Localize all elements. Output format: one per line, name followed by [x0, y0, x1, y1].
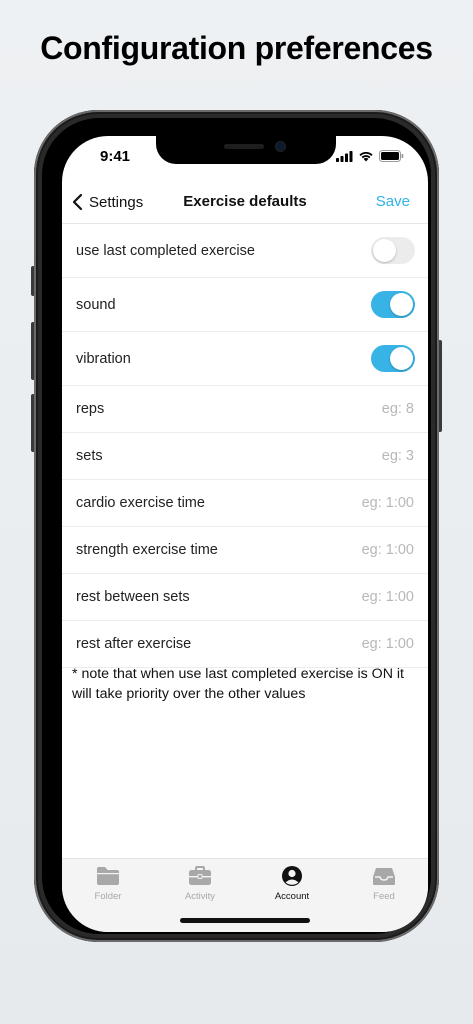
- field-label: strength exercise time: [76, 542, 218, 558]
- tab-feed[interactable]: Feed: [338, 865, 428, 902]
- battery-icon: [379, 150, 404, 162]
- field-placeholder: eg: 8: [381, 401, 414, 417]
- wifi-icon: [359, 151, 373, 162]
- toggle-knob: [373, 239, 396, 262]
- setting-label: use last completed exercise: [76, 242, 255, 259]
- cardio-exercise-time-field[interactable]: cardio exercise time eg: 1:00: [62, 480, 428, 527]
- field-label: rest after exercise: [76, 636, 192, 652]
- reps-field[interactable]: reps eg: 8: [62, 386, 428, 433]
- setting-label: sound: [76, 296, 116, 313]
- phone-screen: 9:41 Settings Exercise defaults Save use…: [62, 136, 428, 932]
- tab-label: Folder: [94, 891, 122, 902]
- field-placeholder: eg: 1:00: [361, 495, 414, 511]
- use-last-completed-toggle[interactable]: [371, 237, 415, 264]
- tab-label: Activity: [184, 891, 216, 902]
- settings-list: use last completed exercise sound vibrat…: [62, 224, 428, 668]
- strength-exercise-time-field[interactable]: strength exercise time eg: 1:00: [62, 527, 428, 574]
- save-button[interactable]: Save: [376, 180, 410, 224]
- sound-toggle[interactable]: [371, 291, 415, 318]
- tab-label: Feed: [373, 891, 395, 902]
- speaker: [224, 144, 264, 149]
- setting-label: vibration: [76, 350, 131, 367]
- field-label: reps: [76, 401, 105, 417]
- page-headline: Configuration preferences: [40, 30, 433, 66]
- field-label: sets: [76, 448, 103, 464]
- screen-title: Exercise defaults: [183, 193, 307, 210]
- folder-icon: [97, 867, 119, 885]
- priority-note: * note that when use last completed exer…: [72, 666, 404, 702]
- front-camera: [276, 142, 285, 151]
- briefcase-icon: [189, 866, 211, 885]
- toggle-knob: [390, 293, 413, 316]
- vibration-toggle[interactable]: [371, 345, 415, 372]
- tab-folder[interactable]: Folder: [62, 865, 154, 902]
- phone-bezel: 9:41 Settings Exercise defaults Save use…: [42, 118, 431, 934]
- tab-label: Account: [274, 891, 310, 902]
- field-placeholder: eg: 3: [381, 448, 414, 464]
- sets-field[interactable]: sets eg: 3: [62, 433, 428, 480]
- rest-after-exercise-field[interactable]: rest after exercise eg: 1:00: [62, 621, 428, 668]
- field-placeholder: eg: 1:00: [361, 589, 414, 605]
- inbox-icon: [373, 868, 395, 885]
- tab-activity[interactable]: Activity: [154, 865, 246, 902]
- signal-icon: [336, 150, 353, 162]
- toggle-knob: [390, 347, 413, 370]
- field-label: rest between sets: [76, 589, 190, 605]
- account-icon: [282, 866, 302, 886]
- phone-frame: 9:41 Settings Exercise defaults Save use…: [34, 110, 439, 942]
- field-placeholder: eg: 1:00: [361, 542, 414, 558]
- setting-row-vibration: vibration: [62, 332, 428, 386]
- notch: [156, 136, 336, 164]
- field-placeholder: eg: 1:00: [361, 636, 414, 652]
- status-icons: [336, 150, 404, 162]
- rest-between-sets-field[interactable]: rest between sets eg: 1:00: [62, 574, 428, 621]
- tab-account[interactable]: Account: [246, 865, 338, 902]
- status-time: 9:41: [100, 148, 131, 165]
- setting-row-sound: sound: [62, 278, 428, 332]
- field-label: cardio exercise time: [76, 495, 205, 511]
- setting-row-use-last-completed: use last completed exercise: [62, 224, 428, 278]
- home-indicator: [180, 918, 310, 923]
- tab-bar: Folder Activity Account Feed: [62, 858, 428, 932]
- navigation-bar: Settings Exercise defaults Save: [62, 180, 428, 224]
